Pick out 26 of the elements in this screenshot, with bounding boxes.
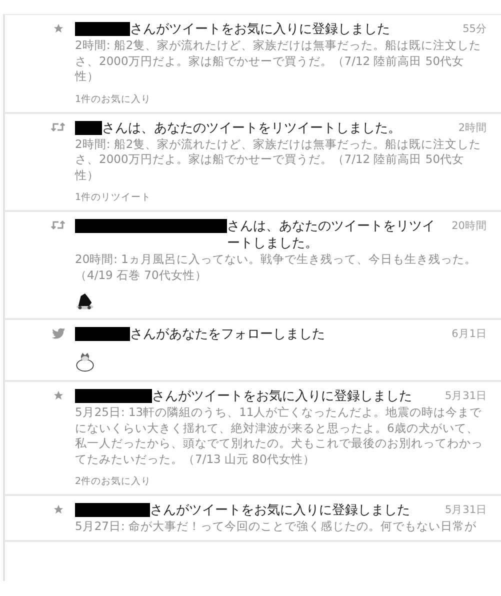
count-link[interactable]: 1件のお気に入り <box>75 92 487 106</box>
tweet-text: 2時間: 船2隻、家が流れたけど、家族だけは無事だった。船は既に注文したさ、2000万円だよ。家は船でかせーで買うだ。（7/12 陸前高田 50代女性） <box>75 136 482 183</box>
timestamp: 20時間 <box>452 219 487 234</box>
notification-title: さんがあなたをフォローしました <box>130 326 326 343</box>
notification-title: さんがツイートをお気に入りに登録しました <box>150 502 411 519</box>
notification-card[interactable]: さんがツイートをお気に入りに登録しました 5月31日 5月27日: 命が大事だ！って今回のことで強く感じたの。何でもない日常が <box>5 496 501 542</box>
tweet-text: 5月25日: 13軒の隣組のうち、11人が亡くなったんだよ。地震の時は今までにないくらい大きく揺れて、絶対津波が来ると思ったよ。6歳の犬がいて、私一人だったから、頭なでて別れたの。犬もこれで最後のお別れってわかってたみたいだった。（7/13 山元 80代女性） <box>75 405 484 467</box>
timestamp: 5月31日 <box>444 503 487 518</box>
timestamp: 2時間 <box>458 120 487 136</box>
notification-card[interactable]: さんがツイートをお気に入りに登録しました 55分 2時間: 船2隻、家が流れたけど、家族だけは無事だった。船は既に注文したさ、2000万円だよ。家は船でかせーで買うだ。（7/12 陸前高田 50代女性） 1件のお気に入り <box>5 15 501 114</box>
notification-card[interactable]: さんは、あなたのツイートをリツイートしました。 2時間 2時間: 船2隻、家が流れたけど、家族だけは無事だった。船は既に注文したさ、2000万円だよ。家は船でかせーで買うだ。（7/12 陸前高田 50代女性） 1件のリツイート <box>5 114 501 212</box>
notification-title: さんは、あなたのツイートをリツイートしました。 <box>227 218 436 252</box>
timestamp: 6月1日 <box>452 327 487 342</box>
tweet-text: 2時間: 船2隻、家が流れたけど、家族だけは無事だった。船は既に注文したさ、2000万円だよ。家は船でかせーで買うだ。（7/12 陸前高田 50代女性） <box>75 38 482 84</box>
notification-card[interactable]: さんがあなたをフォローしました 6月1日 <box>5 320 501 382</box>
notification-title: さんがツイートをお気に入りに登録しました <box>130 21 391 38</box>
count-link[interactable]: 1件のリツイート <box>75 191 487 204</box>
notification-card[interactable]: さんは、あなたのツイートをリツイートしました。 20時間 20時間: 1ヵ月風呂に入ってない。戦争で生き残って、今日も生き残った。（4/19 石巻 70代女性） <box>5 212 501 320</box>
timestamp: 5月31日 <box>444 389 487 404</box>
notification-title: さんがツイートをお気に入りに登録しました <box>152 388 413 405</box>
timestamp: 55分 <box>462 22 487 37</box>
tweet-text: 20時間: 1ヵ月風呂に入ってない。戦争で生き残って、今日も生き残った。（4/19 石巻 70代女性） <box>75 252 478 283</box>
notification-title: さんは、あなたのツイートをリツイートしました。 <box>102 120 402 136</box>
notification-card[interactable]: さんがツイートをお気に入りに登録しました 5月31日 5月25日: 13軒の隣組のうち、11人が亡くなったんだよ。地震の時は今までにないくらい大きく揺れて、絶対津波が来ると思ったよ。6歳の犬がいて、私一人だったから、頭なでて別れたの。犬もこれで最後のお別れってわかってたみたいだった。（7/13 山元 80代女性） 2件のお気に入り <box>5 382 501 496</box>
tweet-text: 5月27日: 命が大事だ！って今回のことで強く感じたの。何でもない日常が <box>75 519 478 534</box>
count-link[interactable]: 2件のお気に入り <box>75 475 487 488</box>
